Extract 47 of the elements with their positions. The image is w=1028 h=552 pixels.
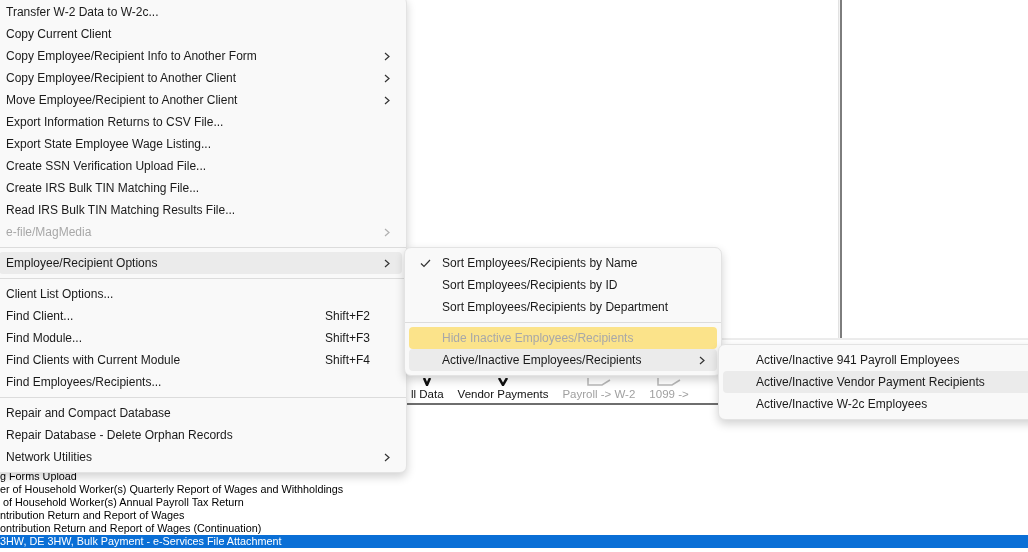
menu-item[interactable]: Find Module... Shift+F3 [0,327,402,349]
menu-item[interactable]: Read IRS Bulk TIN Matching Results File... [0,199,402,221]
menu-item[interactable]: Active/Inactive Vendor Payment Recipients [723,371,1028,393]
menu-item[interactable]: Repair Database - Delete Orphan Records [0,424,402,446]
menu-item[interactable]: Find Employees/Recipients... [0,371,402,393]
shortcut-label: Shift+F4 [324,353,371,367]
chevron-right-icon [384,452,390,462]
menu-item[interactable]: Create SSN Verification Upload File... [0,155,402,177]
menu-item[interactable]: Client List Options... [0,283,402,305]
form-list-item[interactable]: of Household Worker(s) Annual Payroll Tax Return [0,496,1028,509]
menu-item[interactable]: Export Information Returns to CSV File... [0,111,402,133]
chevron-right-icon [699,355,705,365]
menu-item[interactable]: Export State Employee Wage Listing... [0,133,402,155]
shortcut-label: Shift+F2 [324,309,371,323]
menu-item[interactable]: Create IRS Bulk TIN Matching File... [0,177,402,199]
form-list-item[interactable]: 3HW, DE 3HW, Bulk Payment - e-Services File Attachment [0,535,1028,548]
menu-item[interactable]: Sort Employees/Recipients by Name [409,252,717,274]
shortcut-label: Shift+F3 [324,331,371,345]
menu-item[interactable]: Sort Employees/Recipients by Department [409,296,717,318]
menu-item[interactable]: Employee/Recipient Options [0,252,402,274]
menu-item[interactable]: Network Utilities [0,446,402,468]
menu-item[interactable]: Transfer W-2 Data to W-2c... [0,1,402,23]
form-list-item[interactable]: er of Household Worker(s) Quarterly Report of Wages and Withholdings [0,483,1028,496]
chevron-right-icon [384,51,390,61]
menu-item[interactable]: Copy Employee/Recipient to Another Client [0,67,402,89]
chevron-right-icon [384,95,390,105]
menu-item[interactable]: Find Clients with Current Module Shift+F4 [0,349,402,371]
form-icon [586,378,611,386]
menu-item[interactable]: Sort Employees/Recipients by ID [409,274,717,296]
menu-item[interactable]: Active/Inactive Employees/Recipients [409,349,717,371]
toolbar-button[interactable]: Vendor Payments [457,378,549,400]
menu-item[interactable]: Active/Inactive W-2c Employees [723,393,1028,415]
chevron-right-icon [384,258,390,268]
menu-item[interactable]: Find Client... Shift+F2 [0,305,402,327]
menu-item[interactable]: Copy Current Client [0,23,402,45]
form-list-item[interactable]: ntribution Return and Report of Wages [0,509,1028,522]
toolbar-button[interactable]: ll Data [411,378,444,400]
chevron-right-icon [384,73,390,83]
pane-splitter[interactable] [838,0,842,338]
menu-item[interactable]: Copy Employee/Recipient Info to Another Form [0,45,402,67]
form-list-item[interactable]: ontribution Return and Report of Wages (Continuation) [0,522,1028,535]
menu-item[interactable]: Repair and Compact Database [0,402,402,424]
check-icon [420,258,431,268]
menu-item[interactable]: Active/Inactive 941 Payroll Employees [723,349,1028,371]
chevron-right-icon [384,227,390,237]
form-icon [657,378,681,386]
menu-item[interactable]: Move Employee/Recipient to Another Client [0,89,402,111]
